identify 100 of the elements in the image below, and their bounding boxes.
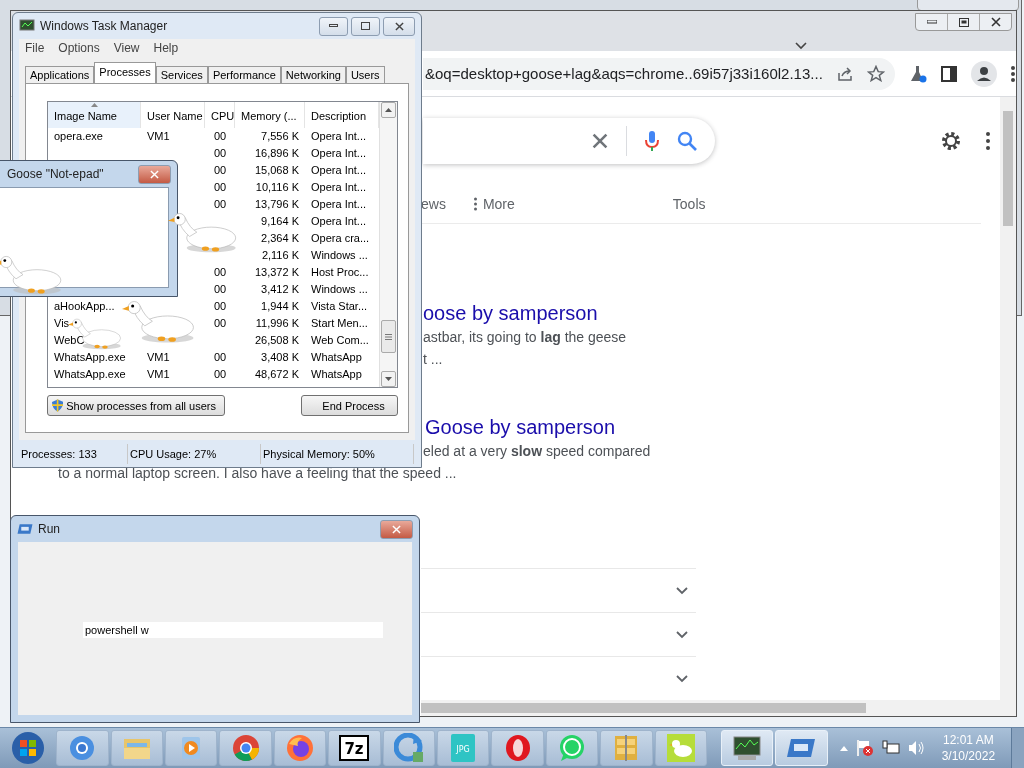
table-cell-text: WhatsApp xyxy=(310,350,363,365)
table-cell-text: VM1 xyxy=(146,367,171,382)
share-icon xyxy=(836,66,853,81)
flask-icon[interactable] xyxy=(908,64,927,83)
close-icon xyxy=(990,17,1001,27)
monitor-graph-icon xyxy=(19,19,35,33)
table-cell-text: aHookApp... xyxy=(53,299,116,314)
minimize-button[interactable] xyxy=(319,16,348,36)
table-cell-text: 00 xyxy=(212,316,228,331)
table-cell-text: 00 xyxy=(212,197,228,212)
tab-list-chevron-icon[interactable] xyxy=(795,42,807,50)
table-cell-text: Opera Int... xyxy=(310,214,368,229)
table-cell-text: WhatsApp xyxy=(310,367,363,382)
network-icon[interactable] xyxy=(881,740,900,756)
result-title-link[interactable]: oose by samperson xyxy=(423,300,598,326)
result-snippet: to a normal laptop screen. I also have a feeling that the speed ... xyxy=(58,464,457,483)
table-cell-text: 13,796 K xyxy=(253,197,300,212)
close-button[interactable] xyxy=(380,519,413,539)
table-cell-text: Opera cra... xyxy=(310,231,371,246)
table-cell-text: 00 xyxy=(212,129,228,144)
command-field[interactable]: powershell w xyxy=(83,621,383,638)
close-icon xyxy=(150,169,159,179)
taskbar-button[interactable] xyxy=(273,730,327,766)
result-title-link[interactable]: Goose by samperson xyxy=(425,414,616,440)
nav-link[interactable]: ews xyxy=(421,195,446,212)
table-cell-text: 48,672 K xyxy=(253,367,300,382)
tab[interactable]: Performance xyxy=(207,66,281,83)
image-file-icon: JPG xyxy=(450,733,477,763)
status-text: Processes: 133 xyxy=(19,444,128,464)
scroll-up-icon xyxy=(385,108,392,112)
scroll-down-icon xyxy=(385,377,392,381)
table-cell-text: VM1 xyxy=(146,129,171,144)
table-cell-text: Opera Int... xyxy=(310,197,368,212)
column-header[interactable]: Image Name xyxy=(48,102,141,128)
side-panel-icon[interactable] xyxy=(940,65,957,82)
microphone-icon[interactable] xyxy=(645,129,659,152)
settings-icon[interactable] xyxy=(940,129,962,152)
menu-item[interactable]: View xyxy=(113,41,140,55)
cabinet-icon xyxy=(613,734,640,762)
search-icon[interactable] xyxy=(677,130,697,151)
clear-icon xyxy=(592,132,608,149)
table-cell-text: WhatsApp.exe xyxy=(53,350,127,365)
result-snippet: eled at a very slow speed compared xyxy=(423,442,651,461)
taskbar-button[interactable]: 7z xyxy=(328,730,381,766)
speaker-icon[interactable] xyxy=(907,740,926,756)
close-button[interactable] xyxy=(383,16,415,36)
star-icon[interactable] xyxy=(866,65,885,82)
end-process-button[interactable]: End Process xyxy=(301,395,398,416)
clock-date: 3/10/2022 xyxy=(941,748,996,764)
text-area[interactable] xyxy=(0,187,169,288)
table-cell-text: 11,996 K xyxy=(254,316,300,331)
table-cell-text: 26,508 K xyxy=(253,333,300,348)
table-cell-text: 2,116 K xyxy=(260,248,300,263)
vertical-scrollbar[interactable] xyxy=(379,102,397,387)
show-hidden-icon[interactable] xyxy=(839,745,848,751)
avatar-icon[interactable] xyxy=(970,60,997,87)
tab[interactable]: Processes xyxy=(94,62,156,83)
maximize-button[interactable] xyxy=(351,16,380,36)
tab[interactable]: Services xyxy=(155,66,208,83)
close-button[interactable] xyxy=(138,164,171,184)
expand-chevron-icon xyxy=(676,586,688,595)
maximize-icon xyxy=(958,17,969,27)
menu-icon[interactable] xyxy=(1010,65,1015,82)
window-run-icon xyxy=(17,523,33,535)
result-snippet: astbar, its going to lag the geese xyxy=(423,328,627,347)
menu-item[interactable]: File xyxy=(25,41,45,55)
show-processes-button[interactable]: Show processes from all users xyxy=(47,395,225,416)
menu-item[interactable]: Help xyxy=(153,41,179,55)
table-cell-text: Opera Int... xyxy=(310,129,368,144)
grip-icon xyxy=(385,333,392,340)
more-link[interactable]: More xyxy=(482,195,515,212)
table-cell-text: 00 xyxy=(212,299,228,314)
horizontal-scrollbar[interactable] xyxy=(421,700,1016,716)
table-cell-text: 16,896 K xyxy=(253,146,300,161)
address-bar[interactable]: &oq=desktop+goose+lag&aqs=chrome..69i57j33i160l2.13... xyxy=(423,57,895,90)
table-cell-text: 9,164 K xyxy=(260,214,300,229)
more-options-icon[interactable] xyxy=(986,131,990,150)
expand-chevron-icon xyxy=(676,630,688,639)
window-controls[interactable] xyxy=(915,13,1012,31)
table-cell-text: Vis xyxy=(53,316,71,331)
status-text: CPU Usage: 27% xyxy=(128,444,261,464)
table-cell-text: 7,556 K xyxy=(260,129,300,144)
table-cell-text: 00 xyxy=(212,282,228,297)
table-cell-text: 00 xyxy=(212,180,228,195)
tab[interactable]: Networking xyxy=(280,66,346,83)
table-cell-text: 2,364 K xyxy=(260,231,300,246)
flag-error-icon[interactable] xyxy=(855,739,874,757)
search-field[interactable] xyxy=(423,117,715,164)
table-cell-text: Opera Int... xyxy=(310,163,368,178)
tab[interactable]: Users xyxy=(345,66,385,83)
table-cell-text: 00 xyxy=(212,265,228,280)
table-cell-text: Opera Int... xyxy=(310,180,368,195)
menu-item[interactable]: Options xyxy=(58,41,100,55)
tools-link[interactable]: Tools xyxy=(672,195,706,212)
table-cell-text: Windows ... xyxy=(310,282,369,297)
taskbar-button[interactable] xyxy=(491,730,544,766)
table-cell-text: opera.exe xyxy=(53,129,104,144)
vertical-scrollbar[interactable] xyxy=(1000,97,1016,700)
tab[interactable]: Applications xyxy=(25,66,95,83)
minimize-icon xyxy=(329,24,338,28)
